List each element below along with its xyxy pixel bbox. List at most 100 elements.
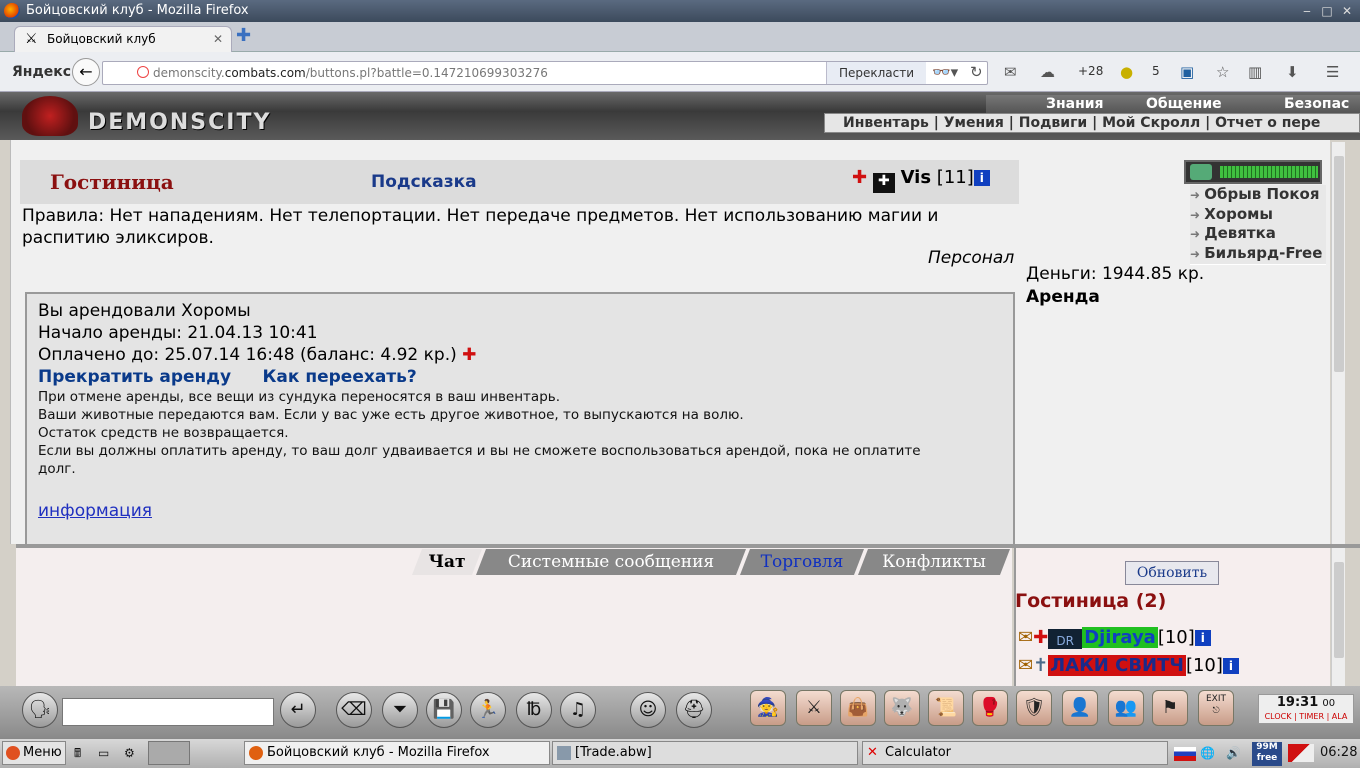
weather-cloud-icon[interactable]: ☁ <box>1040 64 1055 80</box>
online-scrollbar[interactable] <box>1331 548 1345 686</box>
player-info-icon[interactable]: i <box>1222 658 1239 674</box>
window-title: Бойцовский клуб - Mozilla Firefox <box>26 3 249 18</box>
bookmark-star-icon[interactable]: ☆ <box>1216 64 1229 80</box>
player-info-icon[interactable]: i <box>1194 630 1211 646</box>
clan-badge-icon: DR <box>1048 629 1083 649</box>
keyboard-layout-flag[interactable] <box>1174 747 1196 761</box>
sound-icon[interactable]: ♫ <box>560 692 596 728</box>
user-name: Vis <box>900 167 932 188</box>
flag-icon[interactable]: ⚑ <box>1152 690 1188 726</box>
back-arrow-icon: ← <box>79 62 93 81</box>
player-row: ✉✚ DR Djiraya [10] i <box>1018 626 1211 650</box>
tab-conflicts[interactable]: Конфликты <box>858 549 1010 575</box>
tab-trade[interactable]: Торговля <box>740 549 864 575</box>
inventory-bag-icon[interactable]: 👜 <box>840 690 876 726</box>
close-tab-icon[interactable]: ✕ <box>213 27 223 51</box>
filter-icon[interactable]: ⏷ <box>382 692 418 728</box>
minimize-button[interactable]: ‒ <box>1300 4 1314 18</box>
speak-icon[interactable]: 🗣 <box>22 692 58 728</box>
reload-icon[interactable]: ↻ <box>970 64 983 80</box>
brand-title: DEMONSCITY <box>88 110 272 135</box>
fight-icon[interactable]: 🥊 <box>972 690 1008 726</box>
tool-icon[interactable]: ⚙ <box>124 744 135 762</box>
task-calculator[interactable]: ✕ Calculator <box>862 741 1168 765</box>
window-titlebar: Бойцовский клуб - Mozilla Firefox ‒ □ ✕ <box>0 0 1360 22</box>
helmet-icon[interactable]: ⛑ <box>676 692 712 728</box>
task-abiword[interactable]: [Trade.abw] <box>552 741 858 765</box>
url-domain: combats.com <box>224 66 306 80</box>
armor-icon[interactable]: 🛡 <box>1016 690 1052 726</box>
save-disk-icon[interactable]: 💾 <box>426 692 462 728</box>
scrollbar-thumb[interactable] <box>1334 562 1344 658</box>
stop-rent-link[interactable]: Прекратить аренду <box>38 367 231 387</box>
clock-mode-labels[interactable]: CLOCK | TIMER | ALA <box>1259 712 1353 722</box>
volume-icon[interactable]: 🔊 <box>1226 744 1241 762</box>
rent-paid-until: Оплачено до: 25.07.14 16:48 (баланс: 4.9… <box>38 345 476 365</box>
add-balance-icon[interactable]: ✚ <box>462 345 476 365</box>
send-enter-icon[interactable]: ↵ <box>280 692 316 728</box>
rent-label: Аренда <box>1026 287 1100 307</box>
weather-temp: +28 <box>1078 64 1104 78</box>
exit-label: EXIT <box>1205 694 1226 704</box>
room-link[interactable]: Девятка <box>1190 224 1326 245</box>
menu-hamburger-icon[interactable]: ☰ <box>1326 64 1339 80</box>
notification-count: 5 <box>1152 64 1160 78</box>
character-icon[interactable]: 🧙 <box>750 690 786 726</box>
launcher-icon[interactable]: 🖩 <box>74 744 81 762</box>
bookmarks-list-icon[interactable]: ▥ <box>1248 64 1262 80</box>
task-firefox[interactable]: Бойцовский клуб - Mozilla Firefox <box>244 741 550 765</box>
clan-cross-icon: ✚ <box>852 167 868 188</box>
downloads-icon[interactable]: ⬇ <box>1286 64 1299 80</box>
tab-chat[interactable]: Чат <box>412 549 482 575</box>
menu-communication[interactable]: Общение <box>1146 95 1222 113</box>
menu-knowledge[interactable]: Знания <box>1046 95 1104 113</box>
player-name[interactable]: Djiraya <box>1082 627 1158 648</box>
friends-icon[interactable]: 👤 <box>1062 690 1098 726</box>
private-message-icon[interactable]: ✉ <box>1018 627 1033 648</box>
sword-icon[interactable]: ⚔ <box>796 690 832 726</box>
main-scrollbar[interactable] <box>1331 142 1345 544</box>
maximize-button[interactable]: □ <box>1320 4 1334 18</box>
drive-icon[interactable]: ▭ <box>98 744 109 762</box>
network-icon[interactable]: 🌐 <box>1200 744 1215 762</box>
reader-glasses-icon[interactable]: 👓▾ <box>932 64 958 80</box>
room-link[interactable]: Хоромы <box>1190 205 1326 226</box>
eraser-icon[interactable]: ⌫ <box>336 692 372 728</box>
room-link[interactable]: Обрыв Покоя <box>1190 185 1326 206</box>
pet-icon[interactable]: 🐺 <box>884 690 920 726</box>
chat-input[interactable] <box>62 698 274 726</box>
player-name[interactable]: ЛАКИ СВИТЧ <box>1048 655 1186 676</box>
tab-title: Бойцовский клуб <box>47 32 156 46</box>
mail-icon[interactable]: ✉ <box>1004 64 1017 80</box>
browser-tab[interactable]: ⚔ Бойцовский клуб ✕ <box>14 26 232 52</box>
exit-button[interactable]: EXIT ⎋ <box>1198 690 1234 726</box>
back-button[interactable]: ← <box>72 58 100 86</box>
document-icon <box>557 746 571 760</box>
info-link[interactable]: информация <box>38 501 152 521</box>
how-to-move-link[interactable]: Как переехать? <box>263 367 417 387</box>
desktop-pager[interactable] <box>148 741 190 765</box>
hint-link[interactable]: Подсказка <box>371 172 477 192</box>
private-log-icon[interactable]: ℔ <box>516 692 552 728</box>
menu-security[interactable]: Безопас <box>1284 95 1349 113</box>
user-info-icon[interactable]: i <box>973 170 990 186</box>
translate-button[interactable]: Перекласти <box>826 62 926 84</box>
new-tab-button[interactable]: ✚ <box>236 26 251 46</box>
room-link[interactable]: Бильярд-Free <box>1190 244 1326 265</box>
refresh-button[interactable]: Обновить <box>1125 561 1219 585</box>
private-message-icon[interactable]: ✉ <box>1018 655 1033 676</box>
scrollbar-thumb[interactable] <box>1334 156 1344 372</box>
scroll-icon[interactable]: 📜 <box>928 690 964 726</box>
chat-bubble-icon[interactable]: ● <box>1120 64 1133 80</box>
close-window-button[interactable]: ✕ <box>1340 4 1354 18</box>
crossed-swords-icon: ⚔ <box>25 31 38 47</box>
start-menu-button[interactable]: Меню <box>2 741 66 765</box>
group-icon[interactable]: 👥 <box>1108 690 1144 726</box>
personal-link[interactable]: Персонал <box>928 248 1014 268</box>
sub-menu[interactable]: Инвентарь | Умения | Подвиги | Мой Скрол… <box>824 113 1360 133</box>
p-extension-icon[interactable]: ▣ <box>1180 64 1194 80</box>
tab-system-messages[interactable]: Системные сообщения <box>476 549 746 575</box>
emotion-figure-icon[interactable]: 🏃 <box>470 692 506 728</box>
smile-icon[interactable]: ☺ <box>630 692 666 728</box>
yandex-search-button[interactable]: Яндекс <box>12 64 71 80</box>
